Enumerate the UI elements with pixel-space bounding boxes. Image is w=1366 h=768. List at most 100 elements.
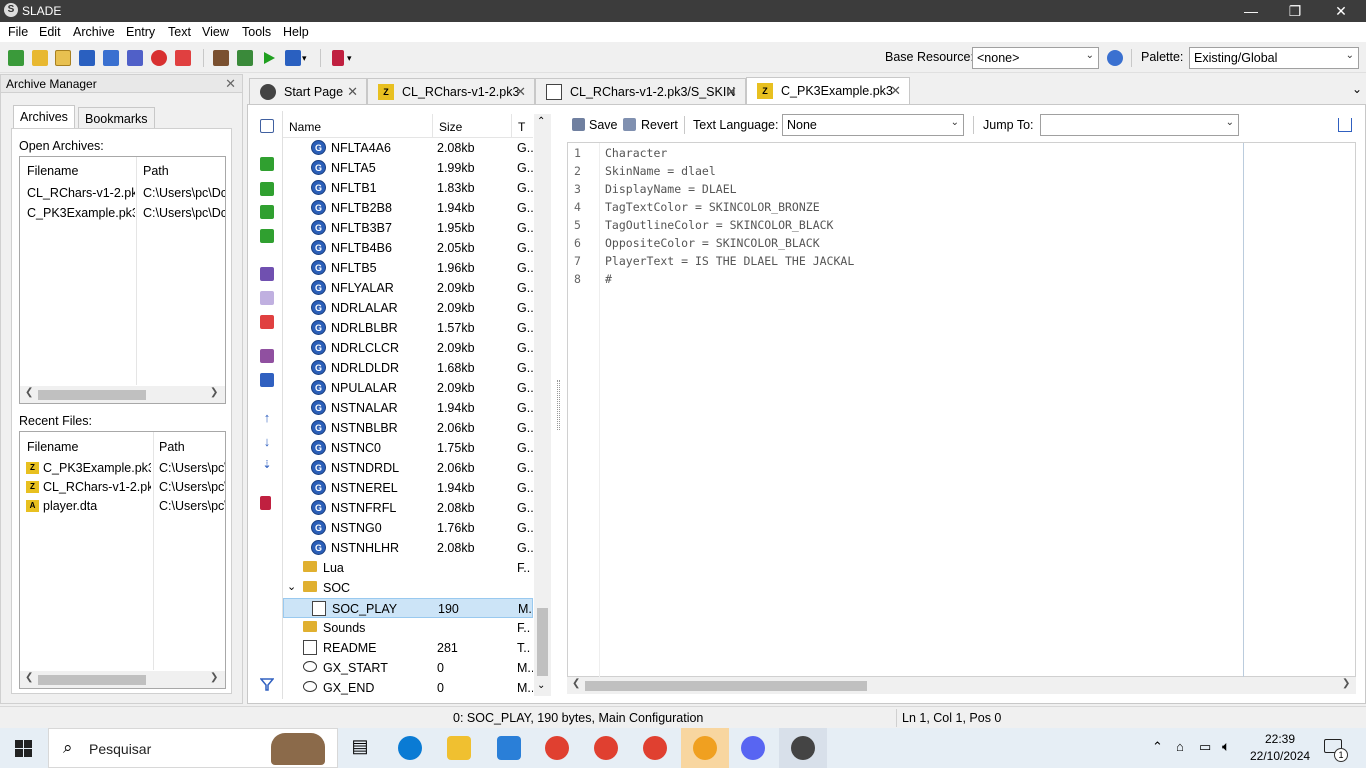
tools-wrench-icon[interactable] [285, 50, 301, 66]
close-all-icon[interactable] [175, 50, 191, 66]
rename-icon[interactable] [260, 267, 274, 281]
horizontal-scrollbar[interactable]: ❮ ❯ [20, 671, 225, 688]
entry-row[interactable]: G NPULALAR 2.09kb G.. [283, 378, 533, 398]
code-line[interactable]: Character [605, 146, 667, 160]
entry-row[interactable]: README 281 T.. [283, 638, 533, 658]
entry-row[interactable]: G NFLYALAR 2.09kb G.. [283, 278, 533, 298]
expand-chevron-icon[interactable]: ⌄ [287, 580, 296, 593]
open-archive-icon[interactable] [32, 50, 48, 66]
properties-icon[interactable] [260, 119, 274, 133]
scroll-right-icon[interactable]: ❯ [1342, 678, 1350, 689]
entry-row[interactable]: G NDRLCLCR 2.09kb G.. [283, 338, 533, 358]
scroll-left-icon[interactable]: ❮ [25, 672, 33, 683]
menu-file[interactable]: File [8, 25, 28, 39]
entry-row[interactable]: G NSTNDRDL 2.06kb G.. [283, 458, 533, 478]
close-icon[interactable]: ✕ [347, 84, 358, 100]
col-name[interactable]: Name [289, 120, 321, 134]
save-icon[interactable] [79, 50, 95, 66]
menu-tools[interactable]: Tools [242, 25, 271, 39]
scroll-right-icon[interactable]: ❯ [210, 387, 218, 398]
tab-bookmarks[interactable]: Bookmarks [78, 107, 155, 129]
code-line[interactable]: PlayerText = IS THE DLAEL THE JACKAL [605, 254, 854, 268]
close-icon[interactable]: ✕ [890, 83, 901, 99]
entry-row[interactable]: G NFLTB2B8 1.94kb G.. [283, 198, 533, 218]
menu-text[interactable]: Text [168, 25, 191, 39]
menu-entry[interactable]: Entry [126, 25, 155, 39]
close-window-button[interactable]: ✕ [1318, 0, 1364, 22]
delete-icon[interactable] [260, 315, 274, 329]
discord-icon[interactable] [741, 736, 765, 760]
editor-revert-button[interactable]: Revert [641, 118, 678, 132]
entry-row[interactable]: GX_END 0 M.. [283, 678, 533, 696]
tab-start-page[interactable]: Start Page ✕ [249, 78, 367, 104]
col-size[interactable]: Size [439, 120, 462, 134]
scroll-thumb[interactable] [38, 390, 146, 400]
recent-files-list[interactable]: Filename Path Z C_PK3Example.pk3 C:\User… [19, 431, 226, 689]
export-text-icon[interactable] [1338, 118, 1352, 132]
horizontal-scrollbar[interactable]: ❮ ❯ [20, 386, 225, 403]
entry-row[interactable]: G NFLTB5 1.96kb G.. [283, 258, 533, 278]
export-as-icon[interactable] [260, 373, 274, 387]
entry-row[interactable]: ⌄ SOC [283, 578, 533, 598]
code-line[interactable]: # [605, 272, 612, 286]
menu-archive[interactable]: Archive [73, 25, 115, 39]
taskbar-search-box[interactable]: ⌕ Pesquisar [48, 728, 338, 768]
col-filename[interactable]: Filename [27, 164, 78, 178]
entry-row[interactable]: G NFLTB1 1.83kb G.. [283, 178, 533, 198]
close-panel-icon[interactable]: ✕ [225, 76, 236, 92]
entry-row[interactable]: Lua F.. [283, 558, 533, 578]
entry-row[interactable]: G NSTNALAR 1.94kb G.. [283, 398, 533, 418]
move-down-icon[interactable]: ↓ [260, 434, 274, 449]
new-entry-icon[interactable] [260, 157, 274, 171]
bookmark-icon[interactable] [332, 50, 344, 66]
scroll-thumb[interactable] [585, 681, 867, 691]
scroll-down-icon[interactable]: ⌄ [537, 680, 545, 691]
close-icon[interactable]: ✕ [515, 84, 526, 100]
minimize-button[interactable]: — [1228, 0, 1274, 22]
close-archive-icon[interactable] [151, 50, 167, 66]
menu-edit[interactable]: Edit [39, 25, 61, 39]
chevron-up-icon[interactable]: ⌃ [1152, 739, 1163, 755]
new-folder-icon[interactable] [260, 182, 274, 196]
scroll-thumb[interactable] [537, 608, 548, 676]
col-path[interactable]: Path [143, 164, 169, 178]
scroll-right-icon[interactable]: ❯ [210, 672, 218, 683]
task-view-icon[interactable]: ▤ [348, 736, 372, 760]
entry-row[interactable]: G NSTNBLBR 2.06kb G.. [283, 418, 533, 438]
clock-time[interactable]: 22:39 [1265, 732, 1295, 746]
chrome-icon[interactable] [545, 736, 569, 760]
gear-icon[interactable] [1107, 50, 1123, 66]
base-resource-select[interactable]: <none> ⌄ [972, 47, 1099, 69]
entry-row[interactable]: SOC_PLAY 190 M.. [283, 598, 533, 618]
palette-select[interactable]: Existing/Global ⌄ [1189, 47, 1359, 69]
brave-icon[interactable] [693, 736, 717, 760]
save-all-icon[interactable] [127, 50, 143, 66]
entry-row[interactable]: Sounds F.. [283, 618, 533, 638]
code-line[interactable]: TagOutlineColor = SKINCOLOR_BLACK [605, 218, 833, 232]
tab-c-pk3example[interactable]: Z C_PK3Example.pk3 ✕ [746, 77, 910, 104]
mail-icon[interactable] [497, 736, 521, 760]
run-icon[interactable] [261, 50, 277, 66]
export-icon[interactable] [260, 349, 274, 363]
scroll-left-icon[interactable]: ❮ [572, 678, 580, 689]
entry-row[interactable]: G NSTNEREL 1.94kb G.. [283, 478, 533, 498]
text-language-select[interactable]: None ⌄ [782, 114, 964, 136]
chrome-profile-icon[interactable] [594, 736, 618, 760]
windows-start-icon[interactable] [15, 740, 32, 757]
entry-row[interactable]: G NFLTB4B6 2.05kb G.. [283, 238, 533, 258]
entry-row[interactable]: G NSTNC0 1.75kb G.. [283, 438, 533, 458]
save-as-icon[interactable] [103, 50, 119, 66]
network-icon[interactable]: ▭ [1199, 739, 1211, 755]
entry-row[interactable]: G NSTNHLHR 2.08kb G.. [283, 538, 533, 558]
move-up-icon[interactable]: ↑ [260, 410, 274, 425]
entry-row[interactable]: G NSTNFRFL 2.08kb G.. [283, 498, 533, 518]
jump-to-select[interactable]: ⌄ [1040, 114, 1239, 136]
rename-dir-icon[interactable] [260, 291, 274, 305]
entry-row[interactable]: G NFLTA5 1.99kb G.. [283, 158, 533, 178]
filter-icon[interactable] [259, 677, 275, 691]
col-path[interactable]: Path [159, 440, 185, 454]
col-type[interactable]: T [518, 120, 525, 134]
open-dir-icon[interactable] [55, 50, 71, 66]
code-line[interactable]: DisplayName = DLAEL [605, 182, 737, 196]
code-line[interactable]: OppositeColor = SKINCOLOR_BLACK [605, 236, 820, 250]
